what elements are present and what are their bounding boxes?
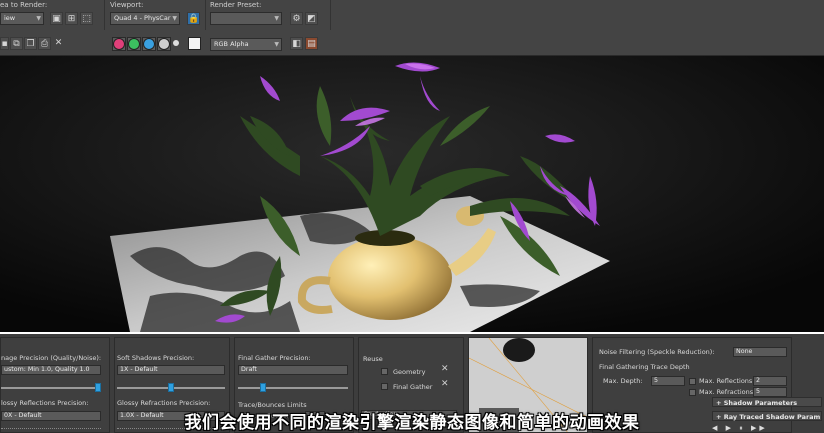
- toggle-ui-overlay-icon[interactable]: ◧: [290, 37, 303, 50]
- reuse-final-gather-label: Final Gather: [393, 383, 433, 391]
- green-channel-icon: [128, 38, 140, 50]
- chevron-down-icon: ▼: [274, 15, 279, 22]
- red-channel-button[interactable]: [112, 37, 126, 51]
- toolbar-divider: [330, 0, 331, 30]
- blue-channel-icon: [143, 38, 155, 50]
- final-gather-precision-label: Final Gather Precision:: [238, 354, 311, 362]
- lock-icon[interactable]: 🔒: [187, 12, 200, 25]
- max-reflections-checkbox[interactable]: [689, 378, 696, 385]
- final-gather-precision-slider[interactable]: [238, 387, 348, 389]
- clear-icon[interactable]: ✕: [52, 37, 65, 50]
- save-image-icon[interactable]: ▪: [0, 37, 9, 50]
- alpha-channel-button[interactable]: [157, 37, 171, 51]
- soft-shadows-field[interactable]: 1X - Default: [117, 365, 225, 375]
- reuse-geometry-label: Geometry: [393, 368, 426, 376]
- image-precision-slider-knob[interactable]: [95, 383, 101, 392]
- green-channel-button[interactable]: [127, 37, 141, 51]
- viewport-value: Quad 4 - PhysCar: [114, 14, 171, 22]
- max-refractions-checkbox[interactable]: [689, 389, 696, 396]
- final-gather-precision-slider-knob[interactable]: [260, 383, 266, 392]
- shadow-parameters-rollout[interactable]: + Shadow Parameters: [712, 397, 822, 407]
- edit-region-icon[interactable]: ▣: [50, 12, 63, 25]
- clear-final-gather-icon[interactable]: ✕: [441, 379, 449, 389]
- video-subtitle: 我们会使用不同的渲染引擎渲染静态图像和简单的动画效果: [184, 413, 640, 433]
- soft-shadows-slider-knob[interactable]: [168, 383, 174, 392]
- soft-shadows-label: Soft Shadows Precision:: [117, 354, 195, 362]
- toolbar-divider: [205, 0, 206, 30]
- reset-region-icon[interactable]: ⬚: [80, 12, 93, 25]
- image-precision-slider[interactable]: [1, 387, 101, 389]
- rendered-scene: [0, 56, 824, 332]
- image-precision-label: nage Precision (Quality/Noise):: [1, 354, 102, 362]
- chevron-down-icon: ▼: [172, 15, 177, 22]
- fg-max-refractions-field[interactable]: 5: [753, 387, 787, 397]
- noise-filtering-dropdown[interactable]: None: [733, 347, 787, 357]
- area-to-render-value: iew: [4, 14, 16, 22]
- chevron-down-icon: ▼: [36, 15, 41, 22]
- auto-region-icon[interactable]: ⊞: [65, 12, 78, 25]
- rendered-image-viewport[interactable]: [0, 56, 824, 332]
- viewport-label: Viewport:: [110, 1, 144, 9]
- glossy-refractions-label: Glossy Refractions Precision:: [117, 399, 211, 407]
- rollout-toggle-icon: +: [716, 399, 724, 407]
- alpha-channel-icon: [158, 38, 170, 50]
- glossy-reflections-label: lossy Reflections Precision:: [1, 399, 89, 407]
- reuse-final-gather-checkbox[interactable]: [381, 383, 388, 390]
- fg-max-refractions-label: Max. Refractions:: [699, 388, 756, 396]
- area-to-render-dropdown[interactable]: iew ▼: [0, 12, 44, 25]
- render-preset-label: Render Preset:: [210, 1, 262, 9]
- clear-geometry-icon[interactable]: ✕: [441, 364, 449, 374]
- print-icon[interactable]: ⎙: [38, 37, 51, 50]
- environment-icon[interactable]: ◩: [305, 12, 318, 25]
- blue-channel-button[interactable]: [142, 37, 156, 51]
- final-gather-precision-field[interactable]: Draft: [238, 365, 348, 375]
- toggle-ui-icon[interactable]: ▤: [305, 37, 318, 50]
- shadow-parameters-label: Shadow Parameters: [723, 399, 798, 407]
- display-channel-dropdown[interactable]: RGB Alpha ▼: [210, 38, 282, 51]
- color-swatch[interactable]: [188, 37, 201, 50]
- fg-max-reflections-field[interactable]: 2: [753, 376, 787, 386]
- image-precision-field[interactable]: ustom: Min 1.0, Quality 1.0: [1, 365, 101, 375]
- max-depth-label: Max. Depth:: [603, 377, 643, 385]
- viewport-dropdown[interactable]: Quad 4 - PhysCar ▼: [110, 12, 180, 25]
- render-frame-toolbar: ea to Render: iew ▼ ▣ ⊞ ⬚ Viewport: Quad…: [0, 0, 824, 56]
- render-setup-icon[interactable]: ⚙: [290, 12, 303, 25]
- fg-trace-depth-label: Final Gathering Trace Depth: [599, 363, 690, 371]
- copy-image-icon[interactable]: ⧉: [10, 37, 23, 50]
- fg-max-reflections-label: Max. Reflections:: [699, 377, 755, 385]
- noise-filtering-value: None: [736, 348, 753, 355]
- noise-filtering-label: Noise Filtering (Speckle Reduction):: [599, 348, 715, 356]
- display-channel-value: RGB Alpha: [214, 40, 249, 48]
- clone-window-icon[interactable]: ❐: [24, 37, 37, 50]
- reuse-label: Reuse: [363, 355, 383, 363]
- chevron-down-icon: ▼: [274, 41, 279, 48]
- toolbar-divider: [104, 0, 105, 30]
- max-depth-field[interactable]: 5: [651, 376, 685, 386]
- reuse-geometry-checkbox[interactable]: [381, 368, 388, 375]
- area-to-render-label: ea to Render:: [0, 1, 48, 9]
- monochrome-icon[interactable]: [173, 40, 179, 46]
- red-channel-icon: [113, 38, 125, 50]
- render-preset-dropdown[interactable]: ▼: [210, 12, 282, 25]
